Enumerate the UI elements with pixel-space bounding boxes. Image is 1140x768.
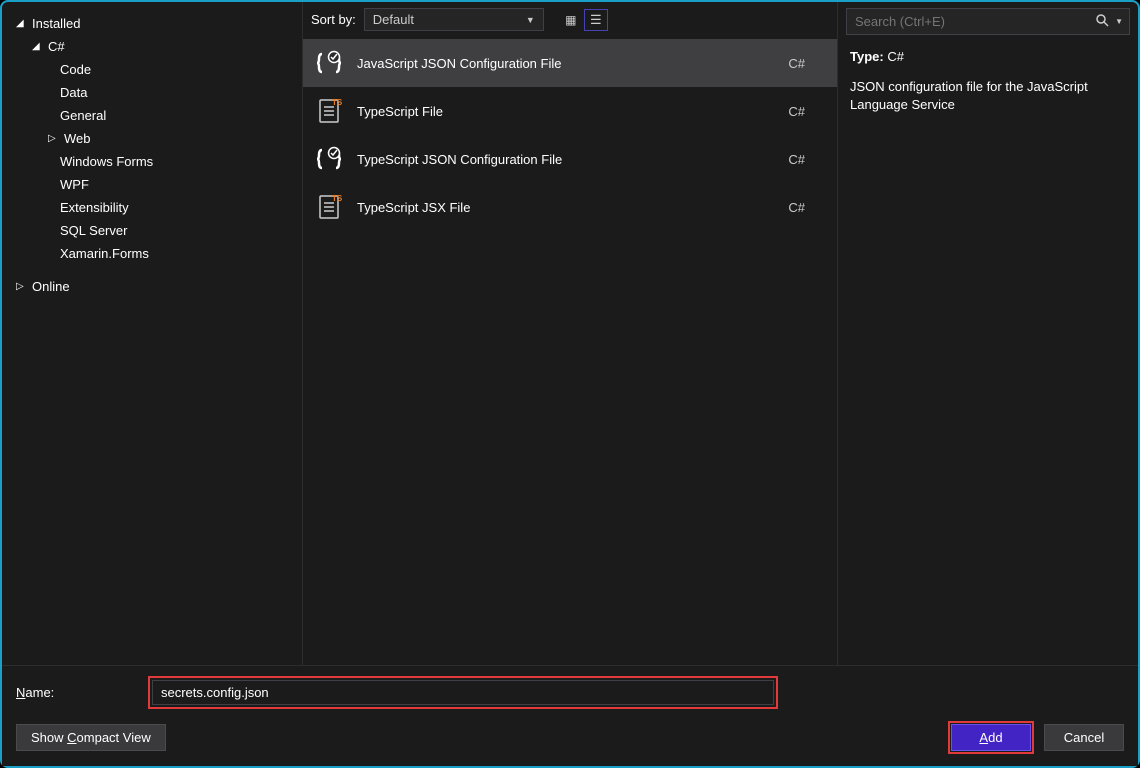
add-button-highlight: Add [948, 721, 1034, 754]
tree-installed[interactable]: ◢ Installed [10, 12, 294, 35]
add-button[interactable]: Add [951, 724, 1031, 751]
view-list-button[interactable]: ☰ [584, 9, 608, 31]
tree-label: Extensibility [60, 200, 129, 215]
json-config-icon [315, 49, 343, 77]
tree-data[interactable]: Data [10, 81, 294, 104]
tree-windows-forms[interactable]: Windows Forms [10, 150, 294, 173]
template-name: JavaScript JSON Configuration File [357, 56, 774, 71]
tree-label: Online [32, 279, 70, 294]
grid-icon: ▦ [565, 13, 574, 27]
footer: Name: Show Compact View Add Cancel [2, 665, 1138, 766]
tree-wpf[interactable]: WPF [10, 173, 294, 196]
template-item[interactable]: JavaScript JSON Configuration File C# [303, 39, 837, 87]
template-list: JavaScript JSON Configuration File C# TS [303, 39, 837, 665]
tree-xamarin-forms[interactable]: Xamarin.Forms [10, 242, 294, 265]
tree-label: Xamarin.Forms [60, 246, 149, 261]
sort-combo[interactable]: Default ▼ [364, 8, 544, 31]
template-lang: C# [788, 56, 805, 71]
chevron-down-icon: ◢ [32, 41, 42, 52]
tree-csharp[interactable]: ◢ C# [10, 35, 294, 58]
sort-by-label: Sort by: [311, 12, 356, 27]
name-input-highlight [148, 676, 778, 709]
name-input[interactable] [152, 680, 774, 705]
show-compact-view-button[interactable]: Show Compact View [16, 724, 166, 751]
tree-label: Windows Forms [60, 154, 153, 169]
template-lang: C# [788, 104, 805, 119]
center-header: Sort by: Default ▼ ▦ ☰ [303, 2, 837, 39]
type-label: Type: [850, 49, 884, 64]
tree-label: Web [64, 131, 91, 146]
chevron-right-icon: ▷ [48, 133, 58, 144]
type-value: C# [887, 49, 904, 64]
tree-general[interactable]: General [10, 104, 294, 127]
chevron-down-icon: ▼ [526, 15, 535, 25]
template-item[interactable]: TS TypeScript File C# [303, 87, 837, 135]
right-buttons: Add Cancel [948, 721, 1124, 754]
tree-online[interactable]: ▷ Online [10, 275, 294, 298]
ts-file-icon: TS [315, 193, 343, 221]
template-name: TypeScript JSX File [357, 200, 774, 215]
template-name: TypeScript JSON Configuration File [357, 152, 774, 167]
template-center: Sort by: Default ▼ ▦ ☰ [302, 2, 838, 665]
search-input[interactable] [853, 11, 1092, 32]
search-row: ▼ [846, 8, 1130, 35]
tree-label: Code [60, 62, 91, 77]
name-label: Name: [16, 685, 136, 700]
view-grid-button[interactable]: ▦ [558, 9, 582, 31]
search-icon[interactable] [1092, 13, 1112, 30]
template-item[interactable]: TypeScript JSON Configuration File C# [303, 135, 837, 183]
tree-sql-server[interactable]: SQL Server [10, 219, 294, 242]
tree-code[interactable]: Code [10, 58, 294, 81]
template-name: TypeScript File [357, 104, 774, 119]
details-panel: ▼ Type: C# JSON configuration file for t… [838, 2, 1138, 665]
svg-text:TS: TS [332, 98, 343, 107]
cancel-button[interactable]: Cancel [1044, 724, 1124, 751]
detail-block: Type: C# JSON configuration file for the… [846, 35, 1130, 127]
detail-description: JSON configuration file for the JavaScri… [850, 78, 1126, 113]
ts-file-icon: TS [315, 97, 343, 125]
chevron-right-icon: ▷ [16, 281, 26, 292]
json-config-icon [315, 145, 343, 173]
chevron-down-icon: ◢ [16, 18, 26, 29]
template-item[interactable]: TS TypeScript JSX File C# [303, 183, 837, 231]
tree-web[interactable]: ▷ Web [10, 127, 294, 150]
tree-label: WPF [60, 177, 89, 192]
sort-value: Default [373, 12, 414, 27]
template-lang: C# [788, 200, 805, 215]
tree-label: C# [48, 39, 65, 54]
tree-label: Data [60, 85, 87, 100]
button-row: Show Compact View Add Cancel [16, 721, 1124, 754]
tree-label: General [60, 108, 106, 123]
template-lang: C# [788, 152, 805, 167]
list-icon: ☰ [590, 12, 602, 28]
name-row: Name: [16, 676, 1124, 709]
view-toggle: ▦ ☰ [558, 9, 608, 31]
tree-extensibility[interactable]: Extensibility [10, 196, 294, 219]
tree-label: Installed [32, 16, 80, 31]
detail-type: Type: C# [850, 49, 1126, 64]
svg-text:TS: TS [332, 194, 343, 203]
search-dropdown-icon[interactable]: ▼ [1112, 17, 1123, 26]
sidebar: ◢ Installed ◢ C# Code Data General ▷ Web… [2, 2, 302, 665]
tree-label: SQL Server [60, 223, 127, 238]
